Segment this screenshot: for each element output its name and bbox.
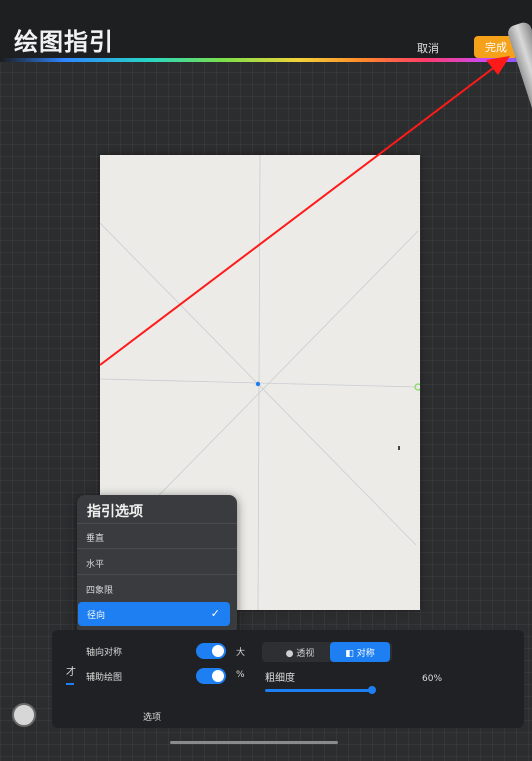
dot-icon: ● (285, 648, 294, 659)
modify-button[interactable] (12, 703, 36, 727)
perspective-button[interactable]: ● 透视 (270, 642, 330, 662)
option-label: 水平 (86, 560, 105, 570)
perspective-label: 透视 (296, 648, 315, 659)
assisted-drawing-label: 辅助绘图 (86, 673, 123, 683)
popup-title: 指引选项 (87, 504, 143, 520)
thickness-slider[interactable] (265, 689, 373, 692)
options-label[interactable]: 选项 (143, 710, 161, 723)
side-handle[interactable] (66, 683, 74, 685)
option-label: 径向 (87, 611, 106, 621)
assisted-drawing-toggle[interactable] (196, 668, 226, 684)
thickness-value: 60% (422, 674, 443, 684)
home-indicator (170, 741, 338, 744)
toggle-knob (212, 645, 224, 657)
size-prefix-label: 大 (236, 648, 246, 658)
option-label: 垂直 (86, 534, 105, 544)
check-icon: ✓ (210, 607, 220, 620)
option-horizontal[interactable]: 水平 (77, 551, 237, 573)
guide-options-popup: 指引选项 垂直 水平 四象限 径向 ✓ (77, 495, 237, 635)
thickness-slider-knob[interactable] (368, 686, 376, 694)
option-quadrant[interactable]: 四象限 (77, 577, 237, 599)
symmetry-label: 对称 (356, 648, 375, 659)
option-vertical[interactable]: 垂直 (77, 525, 237, 547)
arrow-head-icon (486, 56, 510, 75)
divider (77, 523, 237, 524)
option-label: 四象限 (86, 586, 114, 596)
percent-prefix-label: % (236, 670, 245, 680)
symmetry-icon: ◧ (345, 648, 354, 659)
option-radial[interactable]: 径向 ✓ (78, 602, 230, 626)
toggle-knob (212, 670, 224, 682)
divider (77, 574, 237, 575)
axial-symmetry-label: 轴向对称 (86, 648, 123, 658)
axial-symmetry-toggle[interactable] (196, 643, 226, 659)
divider (77, 548, 237, 549)
symmetry-button[interactable]: ◧ 对称 (330, 642, 390, 662)
side-glyph: 才 (66, 667, 76, 678)
thickness-label: 粗细度 (265, 673, 295, 684)
mode-segmented-control: ● 透视 ◧ 对称 (262, 642, 392, 662)
